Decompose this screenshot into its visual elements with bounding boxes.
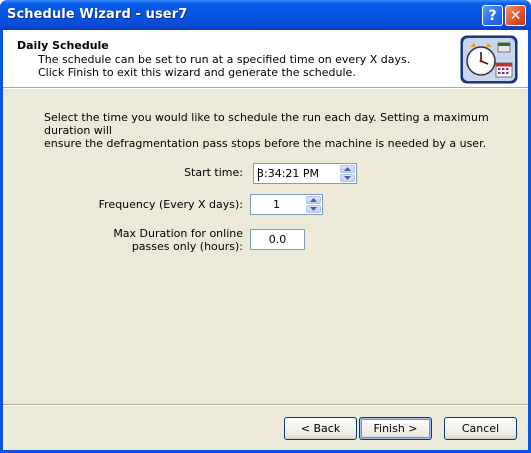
frequency-spinner[interactable]	[306, 196, 321, 213]
close-icon: ✕	[509, 7, 522, 24]
start-time-picker[interactable]: 3:34:21 PM	[253, 163, 357, 184]
instructions-line: ensure the defragmentation pass stops be…	[44, 137, 487, 150]
help-icon: ?	[488, 7, 497, 24]
page-description-line: The schedule can be set to run at a spec…	[38, 53, 411, 66]
frequency-stepper[interactable]: 1	[250, 194, 323, 215]
max-duration-value[interactable]: 0.0	[251, 233, 304, 246]
schedule-wizard-window: Schedule Wizard - user7 ? ✕ Daily Schedu…	[0, 0, 531, 453]
instructions-line: Select the time you would like to schedu…	[44, 111, 489, 137]
frequency-label: Frequency (Every X days):	[98, 198, 243, 211]
header-divider-highlight	[3, 88, 528, 89]
page-title: Daily Schedule	[17, 39, 109, 52]
spin-up-arrow-icon[interactable]	[340, 165, 355, 173]
instructions-text: Select the time you would like to schedu…	[44, 111, 504, 150]
start-time-value[interactable]: 3:34:21 PM	[257, 167, 319, 180]
window-title: Schedule Wizard - user7	[7, 7, 188, 22]
help-button[interactable]: ?	[482, 5, 503, 26]
cancel-button[interactable]: Cancel	[444, 417, 517, 440]
back-button[interactable]: < Back	[284, 417, 357, 440]
spin-up-arrow-icon[interactable]	[306, 196, 321, 204]
dialog-body: Daily Schedule The schedule can be set t…	[3, 30, 528, 450]
clock-calendar-icon	[460, 35, 518, 84]
max-duration-label-line: passes only (hours):	[131, 240, 243, 253]
page-description: The schedule can be set to run at a spec…	[38, 53, 438, 79]
max-duration-field[interactable]: 0.0	[250, 229, 305, 250]
spin-down-arrow-icon[interactable]	[306, 205, 321, 213]
finish-button[interactable]: Finish >	[359, 417, 432, 440]
max-duration-label: Max Duration for online passes only (hou…	[93, 227, 243, 253]
start-time-spinner[interactable]	[340, 165, 355, 182]
max-duration-label-line: Max Duration for online	[113, 227, 243, 240]
spin-down-arrow-icon[interactable]	[340, 174, 355, 182]
frequency-value[interactable]: 1	[251, 198, 302, 211]
title-bar[interactable]: Schedule Wizard - user7 ? ✕	[0, 0, 531, 30]
start-time-label: Start time:	[184, 166, 243, 179]
page-description-line: Click Finish to exit this wizard and gen…	[38, 66, 356, 79]
wizard-header: Daily Schedule The schedule can be set t…	[3, 30, 528, 87]
close-button[interactable]: ✕	[505, 5, 526, 26]
footer-divider-highlight	[3, 405, 528, 406]
